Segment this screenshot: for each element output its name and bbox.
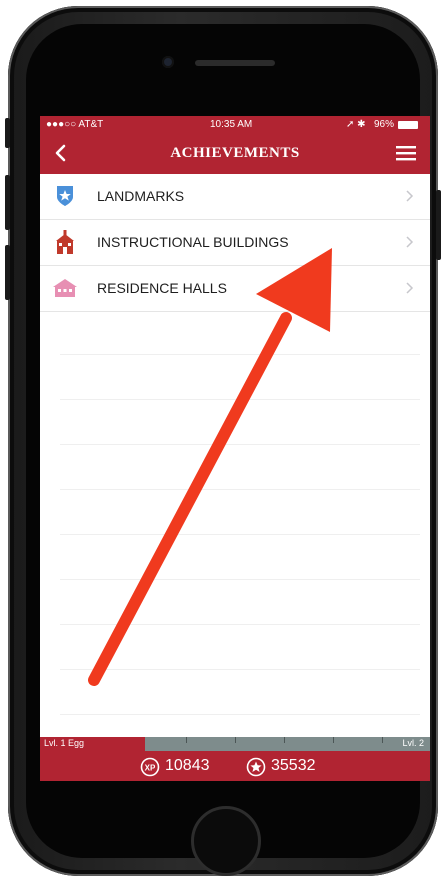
current-level-label: Lvl. 1 Egg [44, 738, 85, 748]
empty-row-divider [60, 444, 420, 445]
xp-score: XP 10843 [140, 757, 210, 777]
list-item-label: INSTRUCTIONAL BUILDINGS [97, 234, 289, 250]
home-button[interactable] [191, 806, 261, 876]
xp-icon: XP [140, 757, 160, 777]
progress-tick [382, 737, 383, 743]
list-item-landmarks[interactable]: LANDMARKS [40, 174, 430, 220]
progress-tick [235, 737, 236, 743]
list-item-label: LANDMARKS [97, 188, 185, 204]
points-value: 35532 [271, 757, 316, 774]
empty-row-divider [60, 669, 420, 670]
achievement-list: LANDMARKS INSTRUCTIONAL BUILDINGS RESIDE… [40, 174, 430, 312]
volume-up-button [5, 175, 10, 230]
earpiece-speaker [195, 60, 275, 66]
level-progress-bar: Lvl. 1 Egg Lvl. 2 [40, 737, 430, 751]
empty-row-divider [60, 624, 420, 625]
list-item-label: RESIDENCE HALLS [97, 280, 227, 296]
points-score: 35532 [246, 757, 316, 777]
xp-value: 10843 [165, 757, 210, 774]
hamburger-menu-icon[interactable] [396, 145, 416, 161]
page-title: ACHIEVEMENTS [170, 145, 300, 161]
chevron-right-icon [406, 282, 414, 294]
empty-row-divider [60, 534, 420, 535]
schoolhouse-icon [56, 230, 74, 254]
list-item-instructional-buildings[interactable]: INSTRUCTIONAL BUILDINGS [40, 220, 430, 266]
list-item-residence-halls[interactable]: RESIDENCE HALLS [40, 266, 430, 312]
app-screen: ●●●○○ AT&T 10:35 AM ➚ ✱ 96% ACHIEVEMENTS… [40, 116, 430, 781]
status-bar: ●●●○○ AT&T 10:35 AM ➚ ✱ 96% [40, 116, 430, 134]
power-button [436, 190, 441, 260]
medal-icon [246, 757, 266, 777]
chevron-right-icon [406, 236, 414, 248]
location-bluetooth-icons: ➚ ✱ [346, 119, 366, 130]
progress-tick [186, 737, 187, 743]
mute-switch [5, 118, 10, 148]
house-icon [53, 279, 77, 297]
nav-bar: ACHIEVEMENTS [40, 134, 430, 174]
battery-percent: 96% [374, 119, 395, 130]
score-bar: XP 10843 35532 [40, 751, 430, 781]
battery-icon [398, 121, 418, 129]
next-level-label: Lvl. 2 [402, 738, 424, 748]
carrier-label: ●●●○○ AT&T [46, 119, 104, 130]
chevron-right-icon [406, 190, 414, 202]
svg-text:XP: XP [145, 764, 156, 773]
empty-row-divider [60, 579, 420, 580]
empty-row-divider [60, 399, 420, 400]
volume-down-button [5, 245, 10, 300]
empty-row-divider [60, 714, 420, 715]
empty-row-divider [60, 489, 420, 490]
front-camera [162, 56, 174, 68]
progress-tick [284, 737, 285, 743]
star-shield-icon [57, 186, 73, 206]
status-time: 10:35 AM [210, 119, 253, 130]
empty-row-divider [60, 354, 420, 355]
progress-tick [333, 737, 334, 743]
